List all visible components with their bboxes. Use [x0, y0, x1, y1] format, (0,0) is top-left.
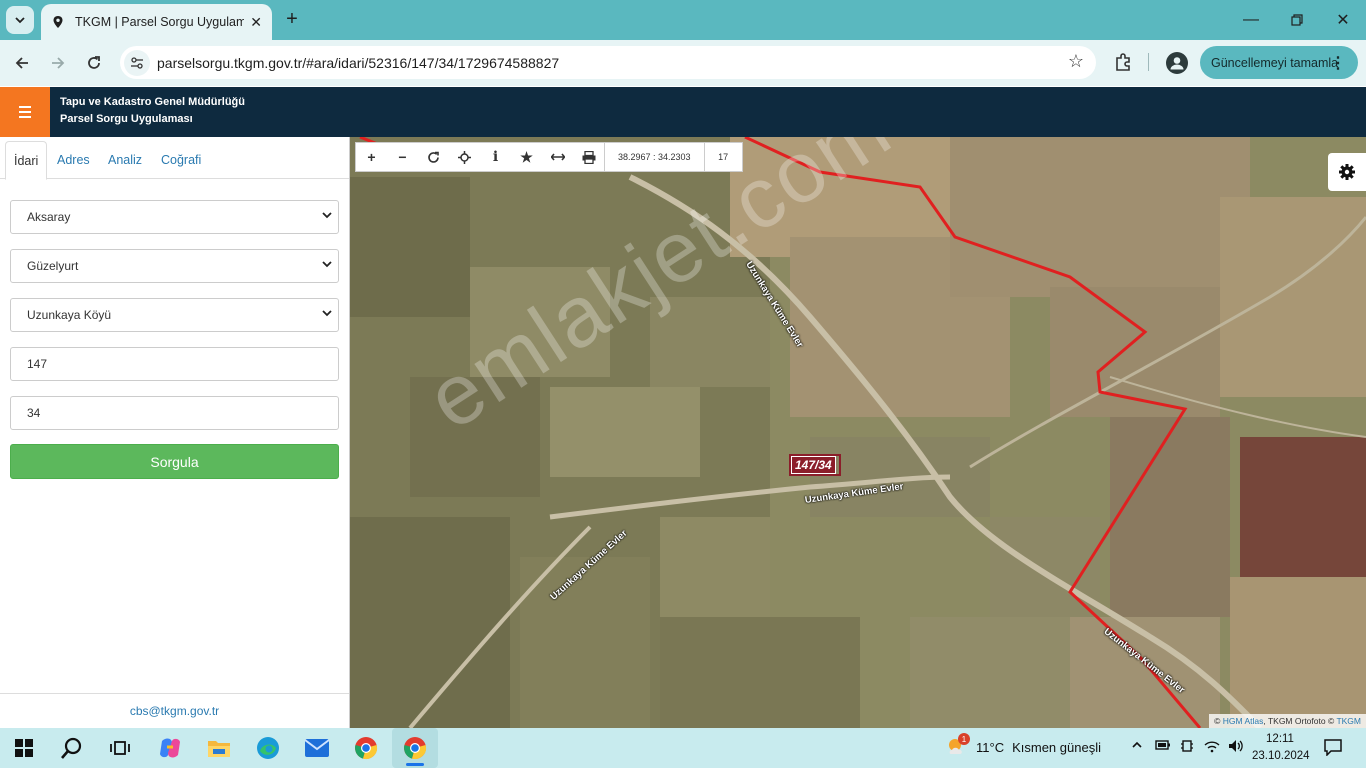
back-icon[interactable] — [9, 50, 35, 76]
zoom-level: 17 — [703, 143, 742, 171]
chevron-up-icon[interactable] — [1131, 739, 1143, 754]
windows-start-icon[interactable] — [6, 733, 42, 763]
block-number-input[interactable]: 147 — [10, 347, 339, 381]
app-name: Parsel Sorgu Uygulaması — [60, 113, 193, 125]
neighborhood-select[interactable]: Uzunkaya Köyü — [10, 298, 339, 332]
chevron-down-icon — [322, 310, 332, 317]
volume-icon[interactable] — [1228, 739, 1244, 756]
org-name: Tapu ve Kadastro Genel Müdürlüğü — [60, 96, 245, 108]
attribution-hgm-link[interactable]: HGM Atlas — [1223, 716, 1264, 726]
tab-analiz[interactable]: Analiz — [100, 141, 150, 179]
satellite-imagery — [350, 137, 1366, 728]
print-icon[interactable] — [573, 143, 604, 171]
measure-icon[interactable] — [542, 143, 573, 171]
task-view-icon[interactable] — [102, 733, 138, 763]
extensions-icon[interactable] — [1112, 51, 1134, 73]
refresh-icon[interactable] — [418, 143, 449, 171]
tab-cografi[interactable]: Coğrafi — [153, 141, 209, 179]
mail-icon[interactable] — [299, 733, 335, 763]
tab-adres[interactable]: Adres — [49, 141, 98, 179]
close-tab-icon[interactable]: ✕ — [250, 14, 262, 31]
close-window-icon[interactable]: ✕ — [1320, 0, 1366, 40]
notification-icon[interactable] — [1324, 738, 1342, 759]
province-select[interactable]: Aksaray — [10, 200, 339, 234]
attribution-mid: , TKGM Ortofoto © — [1263, 716, 1335, 726]
tab-search-dropdown-icon[interactable] — [6, 6, 34, 34]
block-number-value: 147 — [27, 357, 48, 371]
temperature: 11°C — [976, 739, 1005, 755]
windows-taskbar: 1 11°C Kısmen güneşli 12:11 23.10.2024 — [0, 728, 1366, 768]
attribution-prefix: © — [1214, 716, 1221, 726]
clock-date: 23.10.2024 — [1252, 750, 1310, 762]
edge-browser-icon[interactable] — [250, 733, 286, 763]
chrome-active-taskbar-item[interactable] — [392, 728, 438, 768]
browser-toolbar: parselsorgu.tkgm.gov.tr/#ara/idari/52316… — [0, 40, 1366, 86]
hamburger-menu-icon[interactable] — [0, 87, 50, 137]
reload-icon[interactable] — [81, 50, 107, 76]
map-toolbar: + − i ★ 38.2967 : 34.2303 17 — [355, 142, 743, 172]
toolbar-divider — [1148, 53, 1149, 71]
query-button[interactable]: Sorgula — [10, 444, 339, 479]
parcel-number-input[interactable]: 34 — [10, 396, 339, 430]
tab-idari[interactable]: İdari — [5, 141, 48, 180]
neighborhood-value: Uzunkaya Köyü — [27, 308, 112, 322]
partly-sunny-icon: 1 — [946, 733, 970, 758]
battery-icon[interactable] — [1155, 739, 1171, 754]
browser-tab-active[interactable]: TKGM | Parsel Sorgu Uygulaması ✕ — [41, 4, 272, 40]
map-view[interactable]: emlakjet.com Uzunkaya Küme Evler Uzunkay… — [350, 137, 1366, 728]
location-pin-icon — [53, 16, 63, 28]
clock-time: 12:11 — [1266, 733, 1294, 745]
new-tab-button[interactable]: + — [280, 8, 304, 32]
address-bar[interactable]: parselsorgu.tkgm.gov.tr/#ara/idari/52316… — [120, 46, 1096, 79]
parcel-number-value: 34 — [27, 406, 41, 420]
coordinate-readout: 38.2967 : 34.2303 — [604, 143, 704, 171]
update-button-label: Güncellemeyi tamamla — [1211, 55, 1339, 70]
profile-avatar-icon[interactable] — [1166, 52, 1188, 74]
query-sidebar: İdari Adres Analiz Coğrafi Aksaray Güzel… — [0, 137, 350, 728]
attribution-tkgm-link[interactable]: TKGM — [1336, 716, 1361, 726]
zoom-in-icon[interactable]: + — [356, 143, 387, 171]
query-tabs: İdari Adres Analiz Coğrafi — [0, 137, 349, 180]
forward-icon[interactable] — [45, 50, 71, 76]
app-header: Tapu ve Kadastro Genel Müdürlüğü Parsel … — [0, 87, 1366, 137]
province-value: Aksaray — [27, 210, 71, 224]
url-text: parselsorgu.tkgm.gov.tr/#ara/idari/52316… — [157, 54, 560, 71]
chrome-icon — [404, 737, 427, 760]
footer-email-link[interactable]: cbs@tkgm.gov.tr — [0, 693, 349, 728]
weather-text: Kısmen güneşli — [1012, 739, 1101, 755]
device-icon[interactable] — [1180, 739, 1194, 756]
update-button[interactable]: Güncellemeyi tamamla ⋮ — [1200, 46, 1358, 79]
locate-icon[interactable] — [449, 143, 480, 171]
copilot-icon[interactable] — [152, 733, 188, 763]
zoom-out-icon[interactable]: − — [387, 143, 418, 171]
minimize-icon[interactable]: — — [1228, 0, 1274, 40]
chevron-down-icon — [322, 261, 332, 268]
district-select[interactable]: Güzelyurt — [10, 249, 339, 283]
chevron-down-icon — [322, 212, 332, 219]
file-explorer-icon[interactable] — [201, 733, 237, 763]
info-icon[interactable]: i — [480, 143, 511, 171]
search-icon[interactable] — [54, 733, 90, 763]
favorite-icon[interactable]: ★ — [511, 143, 542, 171]
weather-badge: 1 — [958, 733, 970, 745]
district-value: Güzelyurt — [27, 259, 79, 273]
wifi-icon[interactable] — [1204, 739, 1220, 756]
tab-title: TKGM | Parsel Sorgu Uygulaması — [75, 15, 245, 29]
site-info-icon[interactable] — [124, 49, 150, 76]
chrome-icon[interactable] — [348, 733, 384, 763]
weather-widget[interactable]: 1 11°C Kısmen güneşli — [946, 733, 1101, 758]
restore-icon[interactable] — [1274, 0, 1320, 40]
parcel-label[interactable]: 147/34 — [791, 456, 836, 474]
browser-tab-bar: TKGM | Parsel Sorgu Uygulaması ✕ + — ✕ — [0, 0, 1366, 40]
system-clock[interactable]: 12:11 23.10.2024 — [1252, 731, 1310, 765]
settings-gear-icon[interactable] — [1328, 153, 1366, 191]
map-attribution: © HGM Atlas, TKGM Ortofoto © TKGM — [1209, 714, 1366, 728]
bookmark-star-icon[interactable]: ☆ — [1068, 51, 1084, 72]
menu-dots-icon[interactable]: ⋮ — [1330, 53, 1346, 73]
